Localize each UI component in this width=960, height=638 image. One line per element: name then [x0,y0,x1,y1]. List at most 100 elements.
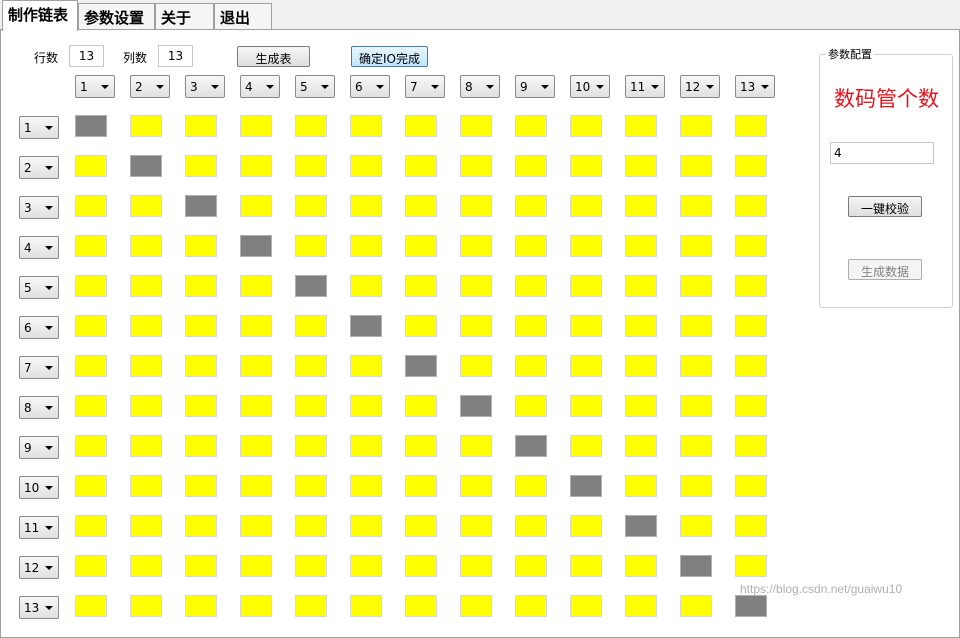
grid-cell[interactable] [350,155,382,177]
grid-cell[interactable] [185,115,217,137]
grid-cell[interactable] [460,155,492,177]
confirm-io-button[interactable]: 确定IO完成 [351,46,428,67]
grid-cell[interactable] [515,395,547,417]
column-select-6[interactable]: 6 [350,75,390,98]
column-select-4[interactable]: 4 [240,75,280,98]
grid-cell[interactable] [735,435,767,457]
grid-cell[interactable] [240,475,272,497]
grid-cell[interactable] [515,235,547,257]
grid-cell[interactable] [625,555,657,577]
grid-cell[interactable] [680,275,712,297]
cols-input[interactable]: 13 [158,45,193,67]
grid-cell[interactable] [460,395,492,417]
grid-cell[interactable] [75,235,107,257]
grid-cell[interactable] [295,595,327,617]
row-select-12[interactable]: 12 [19,556,59,579]
grid-cell[interactable] [405,435,437,457]
row-select-5[interactable]: 5 [19,276,59,299]
grid-cell[interactable] [515,315,547,337]
grid-cell[interactable] [185,515,217,537]
grid-cell[interactable] [185,475,217,497]
grid-cell[interactable] [405,395,437,417]
grid-cell[interactable] [570,595,602,617]
grid-cell[interactable] [460,275,492,297]
grid-cell[interactable] [405,235,437,257]
grid-cell[interactable] [460,515,492,537]
grid-cell[interactable] [735,195,767,217]
grid-cell[interactable] [240,315,272,337]
grid-cell[interactable] [350,235,382,257]
grid-cell[interactable] [460,235,492,257]
grid-cell[interactable] [515,595,547,617]
row-select-8[interactable]: 8 [19,396,59,419]
grid-cell[interactable] [185,555,217,577]
grid-cell[interactable] [240,555,272,577]
rows-input[interactable]: 13 [69,45,104,67]
generate-data-button[interactable]: 生成数据 [848,259,922,280]
grid-cell[interactable] [240,115,272,137]
grid-cell[interactable] [350,195,382,217]
grid-cell[interactable] [735,475,767,497]
tab-make-list[interactable]: 制作链表 [2,0,78,31]
grid-cell[interactable] [295,275,327,297]
grid-cell[interactable] [515,275,547,297]
grid-cell[interactable] [625,595,657,617]
grid-cell[interactable] [295,115,327,137]
grid-cell[interactable] [75,195,107,217]
grid-cell[interactable] [405,515,437,537]
grid-cell[interactable] [735,395,767,417]
grid-cell[interactable] [735,555,767,577]
row-select-7[interactable]: 7 [19,356,59,379]
grid-cell[interactable] [75,555,107,577]
grid-cell[interactable] [405,155,437,177]
grid-cell[interactable] [185,275,217,297]
grid-cell[interactable] [735,275,767,297]
grid-cell[interactable] [130,115,162,137]
grid-cell[interactable] [405,115,437,137]
column-select-5[interactable]: 5 [295,75,335,98]
grid-cell[interactable] [295,475,327,497]
grid-cell[interactable] [680,475,712,497]
grid-cell[interactable] [350,355,382,377]
grid-cell[interactable] [130,315,162,337]
row-select-9[interactable]: 9 [19,436,59,459]
column-select-7[interactable]: 7 [405,75,445,98]
grid-cell[interactable] [350,115,382,137]
grid-cell[interactable] [185,155,217,177]
column-select-13[interactable]: 13 [735,75,775,98]
grid-cell[interactable] [735,355,767,377]
grid-cell[interactable] [460,115,492,137]
generate-table-button[interactable]: 生成表 [237,46,310,67]
grid-cell[interactable] [625,155,657,177]
grid-cell[interactable] [515,475,547,497]
grid-cell[interactable] [295,395,327,417]
grid-cell[interactable] [185,355,217,377]
grid-cell[interactable] [295,515,327,537]
grid-cell[interactable] [460,435,492,457]
row-select-3[interactable]: 3 [19,196,59,219]
grid-cell[interactable] [75,275,107,297]
grid-cell[interactable] [240,435,272,457]
grid-cell[interactable] [130,435,162,457]
grid-cell[interactable] [625,315,657,337]
grid-cell[interactable] [130,275,162,297]
grid-cell[interactable] [515,195,547,217]
grid-cell[interactable] [625,195,657,217]
grid-cell[interactable] [350,475,382,497]
grid-cell[interactable] [460,355,492,377]
grid-cell[interactable] [460,195,492,217]
grid-cell[interactable] [350,395,382,417]
grid-cell[interactable] [515,355,547,377]
grid-cell[interactable] [185,315,217,337]
column-select-8[interactable]: 8 [460,75,500,98]
column-select-2[interactable]: 2 [130,75,170,98]
grid-cell[interactable] [680,115,712,137]
grid-cell[interactable] [75,435,107,457]
grid-cell[interactable] [240,355,272,377]
grid-cell[interactable] [130,355,162,377]
digit-count-input[interactable]: 4 [830,142,934,164]
grid-cell[interactable] [405,275,437,297]
row-select-11[interactable]: 11 [19,516,59,539]
tab-about[interactable]: 关于 [155,3,214,30]
row-select-13[interactable]: 13 [19,596,59,619]
